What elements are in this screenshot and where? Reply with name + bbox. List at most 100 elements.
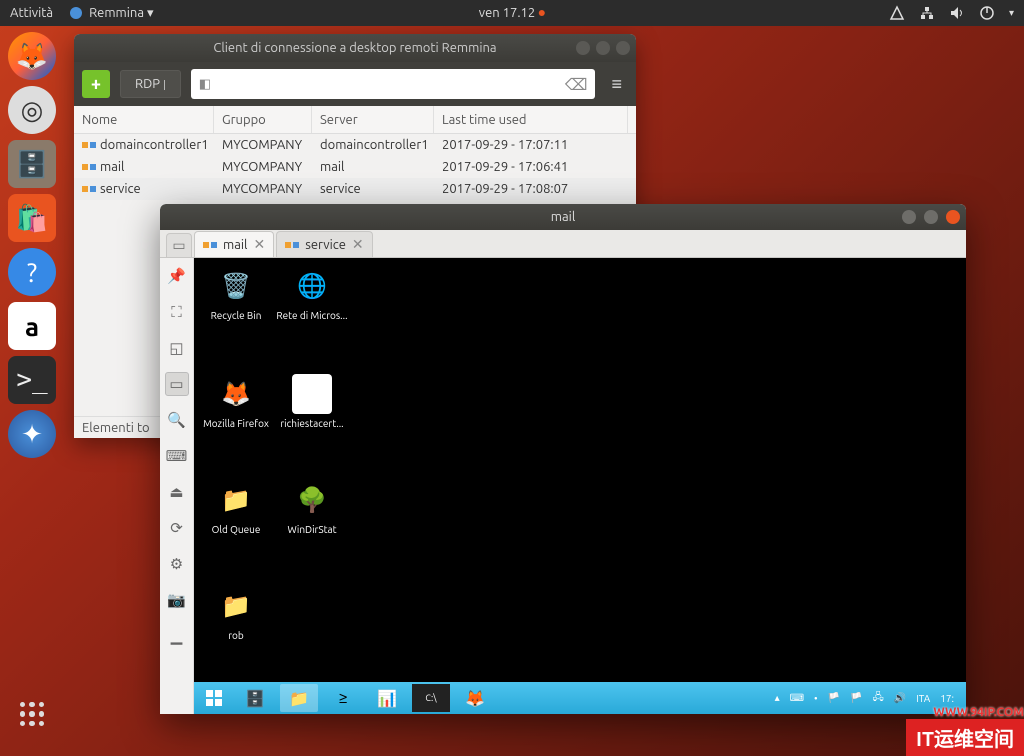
taskbar-server-manager[interactable]: 🗄️: [236, 684, 274, 712]
desktop-icon-network[interactable]: 🌐Rete di Micros...: [276, 266, 348, 321]
tab-icon: [285, 238, 299, 252]
clear-search-button[interactable]: ⌫: [565, 75, 588, 94]
connection-row[interactable]: mail MYCOMPANY mail 2017-09-29 - 17:06:4…: [74, 156, 636, 178]
new-tab-button[interactable]: ▭: [166, 233, 192, 257]
tray-clock[interactable]: 17:: [940, 693, 954, 704]
remmina-session-window: mail ▭ mail ✕ service ✕ 📌 ⛶ ◱ ▭ 🔍 ⌨ ⏏ ⟳: [160, 204, 966, 714]
volume-icon[interactable]: [949, 5, 965, 21]
search-field-wrapper: ◧ ⌫: [191, 69, 596, 99]
notification-dot-icon: [539, 10, 545, 16]
window-maximize-button[interactable]: [596, 41, 610, 55]
windows-start-button[interactable]: [198, 684, 230, 712]
tool-fullscreen-icon[interactable]: ⛶: [165, 300, 189, 324]
hamburger-menu-button[interactable]: ≡: [605, 74, 628, 95]
launcher-remmina[interactable]: ✦: [8, 410, 56, 458]
window-minimize-button[interactable]: [576, 41, 590, 55]
connection-row[interactable]: domaincontroller1 MYCOMPANY domaincontro…: [74, 134, 636, 156]
launcher-files[interactable]: 🗄️: [8, 140, 56, 188]
session-maximize-button[interactable]: [924, 210, 938, 224]
tool-zoom-icon[interactable]: 🔍: [165, 408, 189, 432]
tool-refresh-icon[interactable]: ⟳: [165, 516, 189, 540]
protocol-selector[interactable]: RDP |: [120, 70, 181, 98]
tool-disconnect-icon[interactable]: ⏏: [165, 480, 189, 504]
column-header-name[interactable]: Nome: [74, 106, 214, 133]
taskbar-taskmgr[interactable]: 📊: [368, 684, 406, 712]
tab-label: service: [305, 238, 346, 252]
column-header-group[interactable]: Gruppo: [214, 106, 312, 133]
desktop-icon-document[interactable]: richiestacert...: [276, 374, 348, 429]
remmina-menu-icon: [69, 6, 83, 20]
tray-keyboard-icon[interactable]: ⌨: [790, 692, 804, 704]
tool-scale-icon[interactable]: ▭: [165, 372, 189, 396]
tool-screenshot-icon[interactable]: 📷: [165, 588, 189, 612]
watermark: WWW.94IP.COM IT运维空间: [906, 706, 1024, 756]
power-icon[interactable]: [979, 5, 995, 21]
session-title: mail: [551, 210, 575, 224]
launcher-rhythmbox[interactable]: ◎: [8, 86, 56, 134]
tab-icon: [203, 238, 217, 252]
search-input[interactable]: [211, 77, 565, 91]
taskbar-cmd[interactable]: C:\: [412, 684, 450, 712]
activities-button[interactable]: Attività: [10, 6, 53, 20]
session-tab-service[interactable]: service ✕: [276, 231, 372, 257]
session-close-button[interactable]: [946, 210, 960, 224]
taskbar-powershell[interactable]: ≥: [324, 684, 362, 712]
show-applications-button[interactable]: [20, 702, 44, 726]
tool-minimize-icon[interactable]: ▁: [165, 624, 189, 648]
network-icon[interactable]: [919, 5, 935, 21]
desktop-icon-windirstat[interactable]: 🌳WinDirStat: [276, 480, 348, 535]
tray-network-icon[interactable]: 🖧: [873, 690, 884, 707]
tool-settings-icon[interactable]: ⚙: [165, 552, 189, 576]
app-menu-label: Remmina ▾: [89, 6, 153, 21]
desktop-icon-firefox[interactable]: 🦊Mozilla Firefox: [200, 374, 272, 429]
launcher-help[interactable]: ?: [8, 248, 56, 296]
launcher-firefox[interactable]: 🦊: [8, 32, 56, 80]
remmina-titlebar[interactable]: Client di connessione a desktop remoti R…: [74, 34, 636, 62]
session-minimize-button[interactable]: [902, 210, 916, 224]
session-side-toolbar: 📌 ⛶ ◱ ▭ 🔍 ⌨ ⏏ ⟳ ⚙ 📷 ▁: [160, 258, 194, 714]
connection-icon: [82, 138, 96, 152]
connection-list: domaincontroller1 MYCOMPANY domaincontro…: [74, 134, 636, 200]
connection-list-header: Nome Gruppo Server Last time used: [74, 106, 636, 134]
connection-row[interactable]: service MYCOMPANY service 2017-09-29 - 1…: [74, 178, 636, 200]
new-connection-button[interactable]: +: [82, 70, 110, 98]
taskbar-firefox[interactable]: 🦊: [456, 684, 494, 712]
launcher-dock: 🦊 ◎ 🗄️ 🛍️ ? a >_ ✦: [0, 26, 64, 746]
taskbar-explorer[interactable]: 📁: [280, 684, 318, 712]
clock[interactable]: ven 17.12: [479, 6, 535, 20]
connection-icon: [82, 160, 96, 174]
tool-fit-icon[interactable]: ◱: [165, 336, 189, 360]
column-header-time[interactable]: Last time used: [434, 106, 628, 133]
tray-volume-icon[interactable]: 🔊: [894, 692, 906, 704]
launcher-terminal[interactable]: >_: [8, 356, 56, 404]
tray-flag1-icon[interactable]: 🏳️: [828, 692, 840, 704]
watermark-banner: IT运维空间: [906, 719, 1024, 756]
session-titlebar[interactable]: mail: [160, 204, 966, 230]
remote-desktop-area[interactable]: 🗑️Recycle Bin 🌐Rete di Micros... 🦊Mozill…: [194, 258, 966, 714]
windows-system-tray[interactable]: ▴ ⌨ • 🏳️ 🏳️ 🖧 🔊 ITA 17:: [775, 690, 962, 707]
remmina-title: Client di connessione a desktop remoti R…: [213, 41, 496, 55]
system-menu-chevron-icon[interactable]: ▾: [1009, 7, 1014, 19]
tab-label: mail: [223, 238, 247, 252]
app-menu[interactable]: Remmina ▾: [69, 6, 153, 21]
launcher-software[interactable]: 🛍️: [8, 194, 56, 242]
window-close-button[interactable]: [616, 41, 630, 55]
desktop-icon-recycle-bin[interactable]: 🗑️Recycle Bin: [200, 266, 272, 321]
tray-flag2-icon[interactable]: 🏳️: [850, 692, 862, 704]
vpn-icon[interactable]: [889, 5, 905, 21]
tool-grab-icon[interactable]: ⌨: [165, 444, 189, 468]
remmina-toolbar: + RDP | ◧ ⌫ ≡: [74, 62, 636, 106]
tab-close-icon[interactable]: ✕: [352, 236, 364, 253]
desktop-icon-rob[interactable]: 📁rob: [200, 586, 272, 641]
tool-pin-icon[interactable]: 📌: [165, 264, 189, 288]
session-tab-mail[interactable]: mail ✕: [194, 231, 274, 257]
watermark-url: WWW.94IP.COM: [906, 706, 1024, 719]
desktop-icon-old-queue[interactable]: 📁Old Queue: [200, 480, 272, 535]
column-header-server[interactable]: Server: [312, 106, 434, 133]
launcher-amazon[interactable]: a: [8, 302, 56, 350]
tray-lang[interactable]: ITA: [916, 693, 930, 704]
session-tabs: ▭ mail ✕ service ✕: [160, 230, 966, 258]
tab-close-icon[interactable]: ✕: [253, 236, 265, 253]
quickconnect-icon: ◧: [199, 77, 211, 92]
tray-chevron-icon[interactable]: ▴: [775, 692, 780, 704]
